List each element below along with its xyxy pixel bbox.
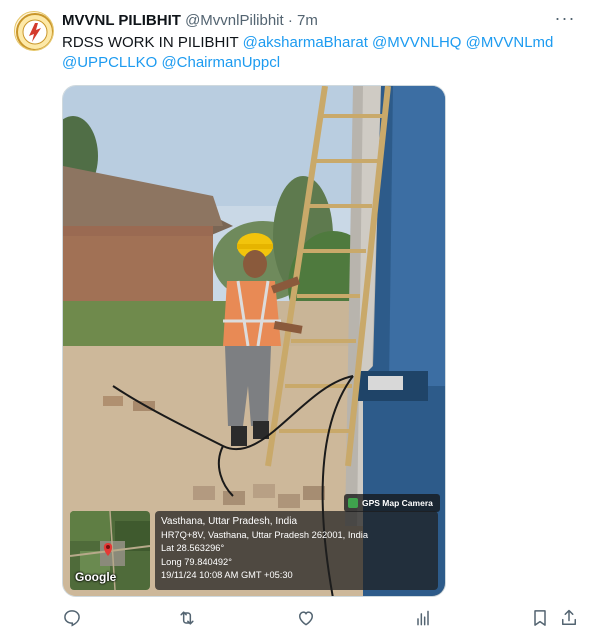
- like-icon: [298, 611, 314, 626]
- avatar[interactable]: [14, 11, 54, 51]
- gps-badge-label: GPS Map Camera: [362, 498, 433, 508]
- geo-timestamp: 19/11/24 10:08 AM GMT +05:30: [161, 570, 293, 580]
- more-icon: ···: [554, 8, 576, 28]
- retweet-icon: [180, 611, 194, 625]
- mention-link[interactable]: @MVVNLHQ: [372, 34, 461, 51]
- geo-longitude: Long 79.840492°: [161, 556, 232, 567]
- mention-link[interactable]: @ChairmanUppcl: [161, 54, 280, 71]
- display-name[interactable]: MVVNL PILIBHIT: [62, 12, 181, 29]
- like-button[interactable]: [296, 608, 316, 630]
- action-bar: [62, 608, 582, 632]
- mention-link[interactable]: @aksharmaBharat: [243, 34, 368, 51]
- geo-info-box: Vasthana, Uttar Pradesh, India HR7Q+8V, …: [155, 511, 438, 590]
- tweet-text-prefix: RDSS WORK IN PILIBHIT: [62, 34, 239, 51]
- views-button[interactable]: [413, 608, 433, 630]
- geo-address: HR7Q+8V, Vasthana, Uttar Pradesh 262001,…: [161, 529, 368, 540]
- geo-latitude: Lat 28.563296°: [161, 543, 225, 553]
- google-map-label: Google: [75, 570, 117, 584]
- reply-icon: [64, 610, 80, 627]
- share-button[interactable]: [559, 608, 579, 630]
- reply-button[interactable]: [62, 608, 82, 630]
- retweet-button[interactable]: [177, 608, 197, 630]
- tweet-header: MVVNL PILIBHIT @MvvnlPilibhit · 7m: [62, 12, 541, 30]
- share-icon: [562, 609, 576, 625]
- logo-icon: [16, 13, 53, 50]
- bookmark-button[interactable]: [530, 608, 550, 630]
- tweet-text: RDSS WORK IN PILIBHIT @aksharmaBharat @M…: [62, 33, 562, 73]
- geo-place: Vasthana, Uttar Pradesh, India: [161, 516, 298, 527]
- bookmark-icon: [534, 610, 546, 626]
- views-icon: [417, 610, 429, 626]
- camera-app-icon: [348, 498, 358, 508]
- more-options-button[interactable]: ···: [551, 8, 579, 32]
- separator: ·: [287, 12, 293, 29]
- mention-link[interactable]: @UPPCLLKO: [62, 54, 157, 71]
- tweet-card[interactable]: MVVNL PILIBHIT @MvvnlPilibhit · 7m ··· R…: [0, 0, 591, 644]
- timestamp[interactable]: 7m: [297, 12, 318, 29]
- gps-camera-badge: GPS Map Camera: [344, 494, 440, 512]
- user-handle[interactable]: @MvvnlPilibhit: [185, 12, 284, 29]
- mention-link[interactable]: @MVVNLmd: [466, 34, 554, 51]
